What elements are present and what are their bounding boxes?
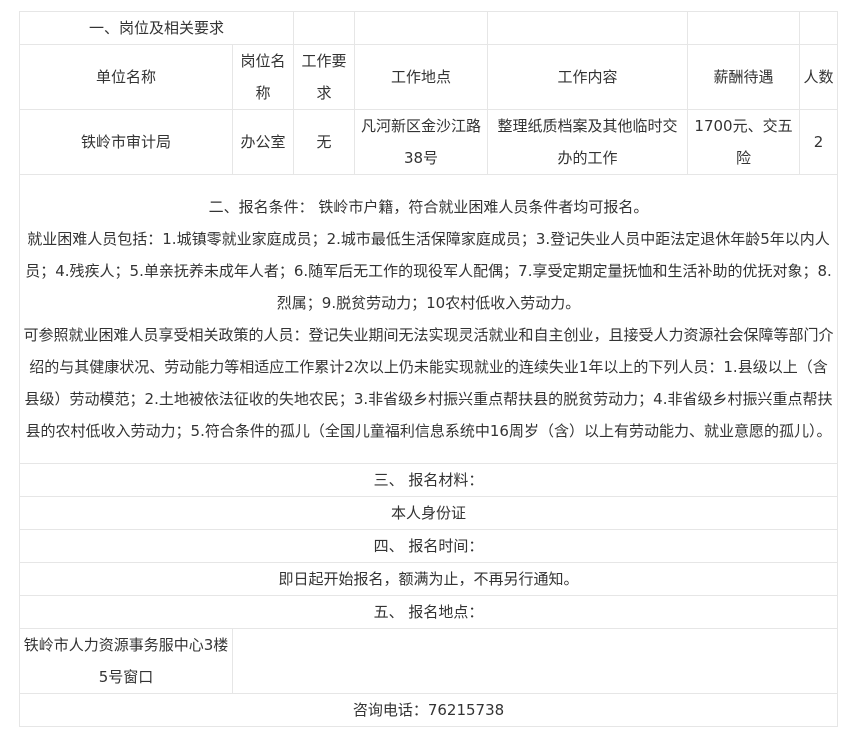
section-four-content-row: 即日起开始报名，额满为止，不再另行通知。 [18, 562, 839, 596]
section-three-content-row: 本人身份证 [18, 496, 839, 530]
section-one-row: 一、岗位及相关要求 [18, 11, 839, 45]
section-two-intro: 二、报名条件： 铁岭市户籍，符合就业困难人员条件者均可报名。 [208, 198, 649, 216]
section-four-content: 即日起开始报名，额满为止，不再另行通知。 [18, 562, 839, 596]
section-three-content: 本人身份证 [18, 496, 839, 530]
empty-cell [293, 11, 356, 45]
section-five-title: 五、 报名地点： [18, 595, 839, 629]
conditions-cell: 二、报名条件： 铁岭市户籍，符合就业困难人员条件者均可报名。 就业困难人员包括：… [18, 174, 839, 464]
cell-position-name: 办公室 [231, 109, 295, 175]
conditions-row: 二、报名条件： 铁岭市户籍，符合就业困难人员条件者均可报名。 就业困难人员包括：… [18, 174, 839, 464]
header-job-requirements: 工作要求 [293, 44, 356, 110]
section-one-title: 一、岗位及相关要求 [18, 11, 295, 45]
empty-cell [354, 11, 489, 45]
header-unit-name: 单位名称 [19, 44, 233, 110]
section-four-title-row: 四、 报名时间： [18, 529, 839, 563]
table-row: 铁岭市审计局 办公室 无 凡河新区金沙江路38号 整理纸质档案及其他临时交办的工… [19, 109, 839, 175]
phone-row: 咨询电话：76215738 [18, 693, 839, 727]
section-five-location: 铁岭市人力资源事务服中心3楼5号窗口 [19, 628, 233, 694]
section-three-title-row: 三、 报名材料： [18, 463, 839, 497]
table-header-row: 单位名称 岗位名称 工作要求 工作地点 工作内容 薪酬待遇 人数 [19, 44, 839, 110]
empty-cell [231, 628, 839, 694]
section-three-title: 三、 报名材料： [18, 463, 839, 497]
empty-cell [799, 11, 839, 45]
section-five-location-row: 铁岭市人力资源事务服中心3楼5号窗口 [19, 628, 839, 694]
header-work-content: 工作内容 [487, 44, 689, 110]
section-five-title-row: 五、 报名地点： [18, 595, 839, 629]
header-headcount: 人数 [799, 44, 839, 110]
contact-phone: 咨询电话：76215738 [18, 693, 839, 727]
empty-cell [687, 11, 801, 45]
cell-work-content: 整理纸质档案及其他临时交办的工作 [487, 109, 689, 175]
header-work-location: 工作地点 [354, 44, 489, 110]
section-four-title: 四、 报名时间： [18, 529, 839, 563]
cell-headcount: 2 [799, 109, 839, 175]
header-position-name: 岗位名称 [231, 44, 295, 110]
difficult-persons-paragraph: 就业困难人员包括：1.城镇零就业家庭成员；2.城市最低生活保障家庭成员；3.登记… [25, 230, 832, 312]
header-salary: 薪酬待遇 [687, 44, 801, 110]
cell-work-location: 凡河新区金沙江路38号 [354, 109, 489, 175]
empty-cell [487, 11, 689, 45]
cell-job-requirements: 无 [293, 109, 356, 175]
reference-persons-paragraph: 可参照就业困难人员享受相关政策的人员：登记失业期间无法实现灵活就业和自主创业，且… [23, 326, 834, 440]
recruitment-notice-table: 一、岗位及相关要求 单位名称 岗位名称 工作要求 工作地点 工作内容 薪酬待遇 … [18, 11, 839, 727]
cell-salary: 1700元、交五险 [687, 109, 801, 175]
cell-unit-name: 铁岭市审计局 [19, 109, 233, 175]
